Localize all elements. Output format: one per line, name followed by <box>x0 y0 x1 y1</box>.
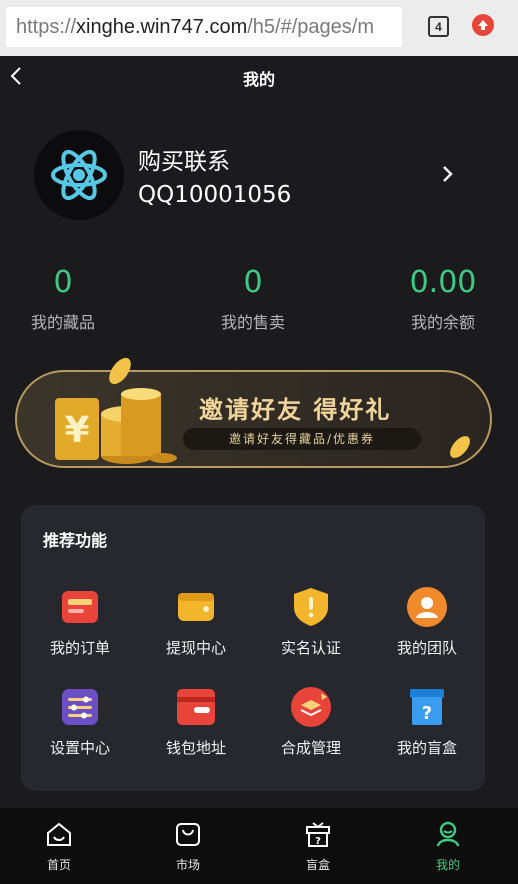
banner-subtitle: 邀请好友得藏品/优惠券 <box>183 428 421 450</box>
stat-sales[interactable]: 0 我的售卖 <box>183 265 323 333</box>
feature-withdraw-center[interactable]: 提现中心 <box>146 585 246 658</box>
feature-real-name-auth[interactable]: 实名认证 <box>261 585 361 658</box>
tab-label: 我的 <box>435 858 460 872</box>
address-bar[interactable]: https://xinghe.win747.com/h5/#/pages/m <box>6 7 402 47</box>
tab-home[interactable]: 首页 <box>19 820 99 873</box>
app-header: 我的 <box>0 56 518 100</box>
stat-label: 我的售卖 <box>220 313 285 332</box>
bottom-tab-bar: 首页 市场 ? 盲盒 我的 <box>0 808 518 884</box>
svg-text:¥: ¥ <box>64 410 89 451</box>
tab-label: 市场 <box>175 858 200 872</box>
synthesis-icon <box>291 687 331 727</box>
tab-label: 首页 <box>46 858 71 872</box>
feature-settings-center[interactable]: 设置中心 <box>30 685 130 758</box>
tab-profile[interactable]: 我的 <box>408 820 488 873</box>
feature-wallet-address[interactable]: 钱包地址 <box>146 685 246 758</box>
url-scheme: https:// <box>16 15 77 38</box>
feature-label: 合成管理 <box>280 739 341 757</box>
feature-my-orders[interactable]: 我的订单 <box>30 585 130 658</box>
blindbox-icon: ? <box>410 689 444 725</box>
tab-label: 盲盒 <box>305 858 330 872</box>
feature-label: 我的订单 <box>49 639 110 657</box>
chevron-right-icon[interactable] <box>440 164 456 184</box>
page-title: 我的 <box>242 70 275 89</box>
svg-text:?: ? <box>315 836 321 847</box>
atom-logo-icon <box>51 149 107 201</box>
feature-label: 实名认证 <box>280 639 341 657</box>
shield-icon <box>294 588 328 626</box>
stat-value: 0 <box>243 265 263 300</box>
browser-toolbar: https://xinghe.win747.com/h5/#/pages/m 4 <box>0 0 518 56</box>
feature-label: 我的团队 <box>396 639 457 657</box>
coin-icon <box>450 436 470 458</box>
panel-title: 推荐功能 <box>43 531 108 550</box>
feature-my-blind-box[interactable]: ? 我的盲盒 <box>377 685 477 758</box>
feature-label: 我的盲盒 <box>396 739 457 757</box>
profile-icon <box>436 821 460 847</box>
stat-label: 我的藏品 <box>30 313 95 332</box>
order-icon <box>62 591 98 623</box>
profile-card[interactable]: 购买联系 QQ10001056 <box>0 128 518 222</box>
feature-my-team[interactable]: 我的团队 <box>377 585 477 658</box>
feature-label: 提现中心 <box>165 639 226 657</box>
avatar[interactable] <box>34 130 124 220</box>
feature-label: 设置中心 <box>49 739 110 757</box>
banner-title: 邀请好友 得好礼 <box>199 396 392 424</box>
url-host: xinghe.win747.com <box>76 15 248 38</box>
settings-icon <box>62 689 98 725</box>
url-path: /h5/#/pages/m <box>247 15 374 38</box>
team-icon <box>407 587 447 627</box>
tab-blind-box[interactable]: ? 盲盒 <box>278 820 358 873</box>
wallet-icon <box>178 593 214 621</box>
tab-market[interactable]: 市场 <box>148 820 228 873</box>
coin-icon <box>109 357 131 385</box>
invite-banner[interactable]: ¥ 邀请好友 得好礼 邀请好友得藏品/优惠券 <box>15 357 492 468</box>
stat-label: 我的余额 <box>410 313 475 332</box>
stat-value: 0.00 <box>409 265 477 300</box>
market-icon <box>176 823 200 846</box>
gift-box-icon: ? <box>306 822 330 847</box>
profile-name: 购买联系 <box>138 149 230 175</box>
card-icon <box>177 689 215 725</box>
upload-icon[interactable] <box>472 14 494 36</box>
tab-switcher-button[interactable]: 4 <box>428 16 449 37</box>
svg-text:?: ? <box>422 703 432 724</box>
profile-qq: QQ10001056 <box>138 182 292 208</box>
feature-synthesis-management[interactable]: 合成管理 <box>261 685 361 758</box>
recommended-features-panel: 推荐功能 我的订单 提现中心 实名认证 我的团队 设置中心 钱包地址 合成管理 … <box>21 505 485 791</box>
home-icon <box>47 822 71 846</box>
feature-label: 钱包地址 <box>165 739 226 757</box>
stats-row: 0 我的藏品 0 我的售卖 0.00 我的余额 <box>0 265 518 335</box>
stat-balance[interactable]: 0.00 我的余额 <box>373 265 513 333</box>
stat-value: 0 <box>53 265 73 300</box>
stat-collections[interactable]: 0 我的藏品 <box>0 265 133 333</box>
